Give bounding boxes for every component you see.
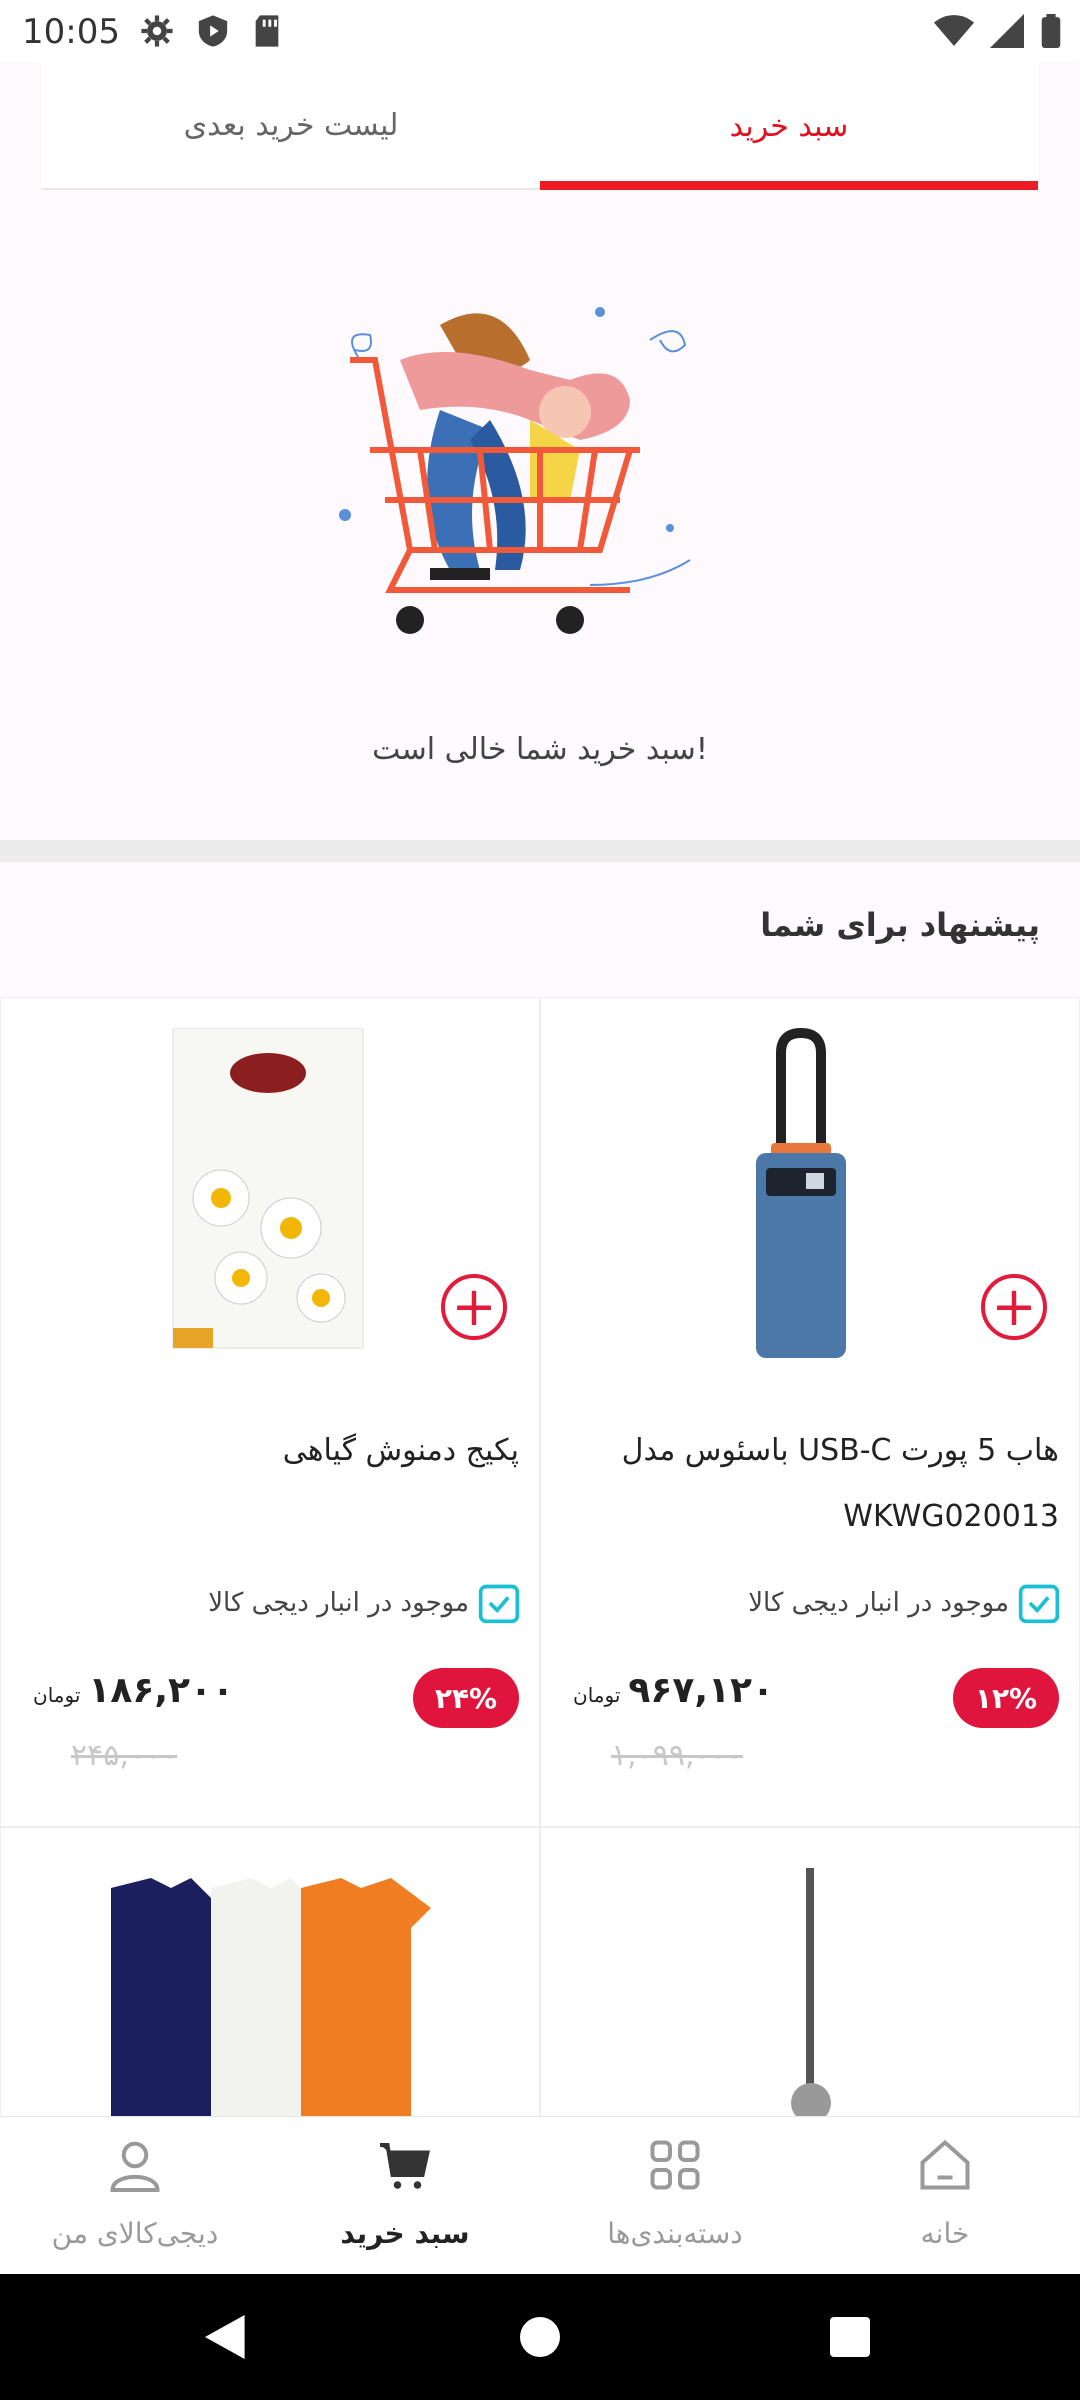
add-to-cart-button[interactable]: + <box>981 1274 1047 1340</box>
price: ۹۶۷,۱۲۰ تومان <box>573 1670 774 1711</box>
cart-icon <box>380 2143 430 2189</box>
nav-categories[interactable]: دسته‌بندی‌ها <box>540 2117 810 2275</box>
sd-card-icon <box>255 15 279 47</box>
product-image-herbal-tea <box>172 1028 364 1349</box>
tab-next-shopping-list-label: لیست خرید بعدی <box>183 107 399 143</box>
bottom-navigation: خانه دسته‌بندی‌ها سبد خرید دیجی‌کالای من <box>0 2116 1080 2275</box>
nav-categories-label: دسته‌بندی‌ها <box>607 2217 743 2250</box>
status-icons-left <box>140 14 282 48</box>
user-icon <box>110 2141 160 2192</box>
recents-icon[interactable] <box>830 2317 870 2357</box>
battery-icon <box>1041 14 1061 48</box>
tab-shopping-cart[interactable]: سبد خرید <box>540 62 1038 190</box>
add-to-cart-button[interactable]: + <box>441 1274 507 1340</box>
grid-icon <box>650 2140 700 2190</box>
stock-status: موجود در انبار دیجی کالا <box>748 1581 1061 1625</box>
product-title: هاب 5 پورت USB-C باسئوس مدل WKWG020013 <box>621 1433 1059 1534</box>
currency-label: تومان <box>33 1683 81 1707</box>
price-value: ۱۸۶,۲۰۰ <box>88 1670 234 1711</box>
old-price: ۲۴۵,۰۰۰ <box>71 1738 178 1773</box>
old-price: ۱,۰۹۹,۰۰۰ <box>611 1738 743 1773</box>
nav-cart[interactable]: سبد خرید <box>270 2117 540 2275</box>
product-title: پکیج دمنوش گیاهی <box>282 1433 519 1468</box>
currency-label: تومان <box>573 1683 621 1707</box>
recommendations-title: پیشنهاد برای شما <box>760 906 1040 944</box>
empty-cart-illustration <box>339 307 691 634</box>
active-tab-indicator <box>540 181 1038 190</box>
discount-badge: ۲۴% <box>413 1668 519 1728</box>
warehouse-check-icon <box>1018 1584 1060 1624</box>
system-navigation-bar <box>0 2274 1080 2400</box>
wifi-icon <box>934 15 974 46</box>
nav-my-digikala-label: دیجی‌کالای من <box>51 2217 219 2250</box>
shield-icon <box>198 15 228 47</box>
price: ۱۸۶,۲۰۰ تومان <box>33 1670 234 1711</box>
stock-status-label: موجود در انبار دیجی کالا <box>208 1588 469 1618</box>
nav-home[interactable]: خانه <box>810 2117 1080 2275</box>
warehouse-check-icon <box>478 1584 520 1624</box>
status-icons-right <box>934 14 1062 48</box>
cart-tabs: لیست خرید بعدی سبد خرید <box>42 62 1038 190</box>
stock-status: موجود در انبار دیجی کالا <box>208 1581 521 1625</box>
status-bar: 10:05 <box>0 0 1080 62</box>
tab-next-shopping-list[interactable]: لیست خرید بعدی <box>42 62 540 190</box>
product-card[interactable]: + هاب 5 پورت USB-C باسئوس مدل WKWG020013… <box>540 997 1080 1827</box>
product-image-vacuum <box>791 1868 831 2118</box>
stock-status-label: موجود در انبار دیجی کالا <box>748 1588 1009 1618</box>
section-divider <box>0 840 1080 862</box>
back-icon[interactable] <box>205 2314 249 2360</box>
price-value: ۹۶۷,۱۲۰ <box>628 1670 774 1711</box>
product-card[interactable] <box>0 1827 540 2118</box>
tab-shopping-cart-label: سبد خرید <box>729 108 849 144</box>
nav-my-digikala[interactable]: دیجی‌کالای من <box>0 2117 270 2275</box>
home-button-icon[interactable] <box>520 2317 560 2357</box>
product-card[interactable]: + پکیج دمنوش گیاهی موجود در انبار دیجی ک… <box>0 997 540 1827</box>
signal-icon <box>990 14 1024 48</box>
product-image-usb-hub <box>631 1028 991 1368</box>
home-icon <box>920 2139 970 2190</box>
empty-cart-message: سبد خرید شما خالی است! <box>372 732 708 767</box>
product-card[interactable] <box>540 1827 1080 2118</box>
product-image-bodysuits <box>111 1878 431 2118</box>
nav-home-label: خانه <box>920 2217 970 2250</box>
status-time: 10:05 <box>22 12 120 52</box>
settings-icon <box>141 15 173 47</box>
nav-cart-label: سبد خرید <box>340 2217 470 2250</box>
discount-badge: ۱۲% <box>953 1668 1059 1728</box>
